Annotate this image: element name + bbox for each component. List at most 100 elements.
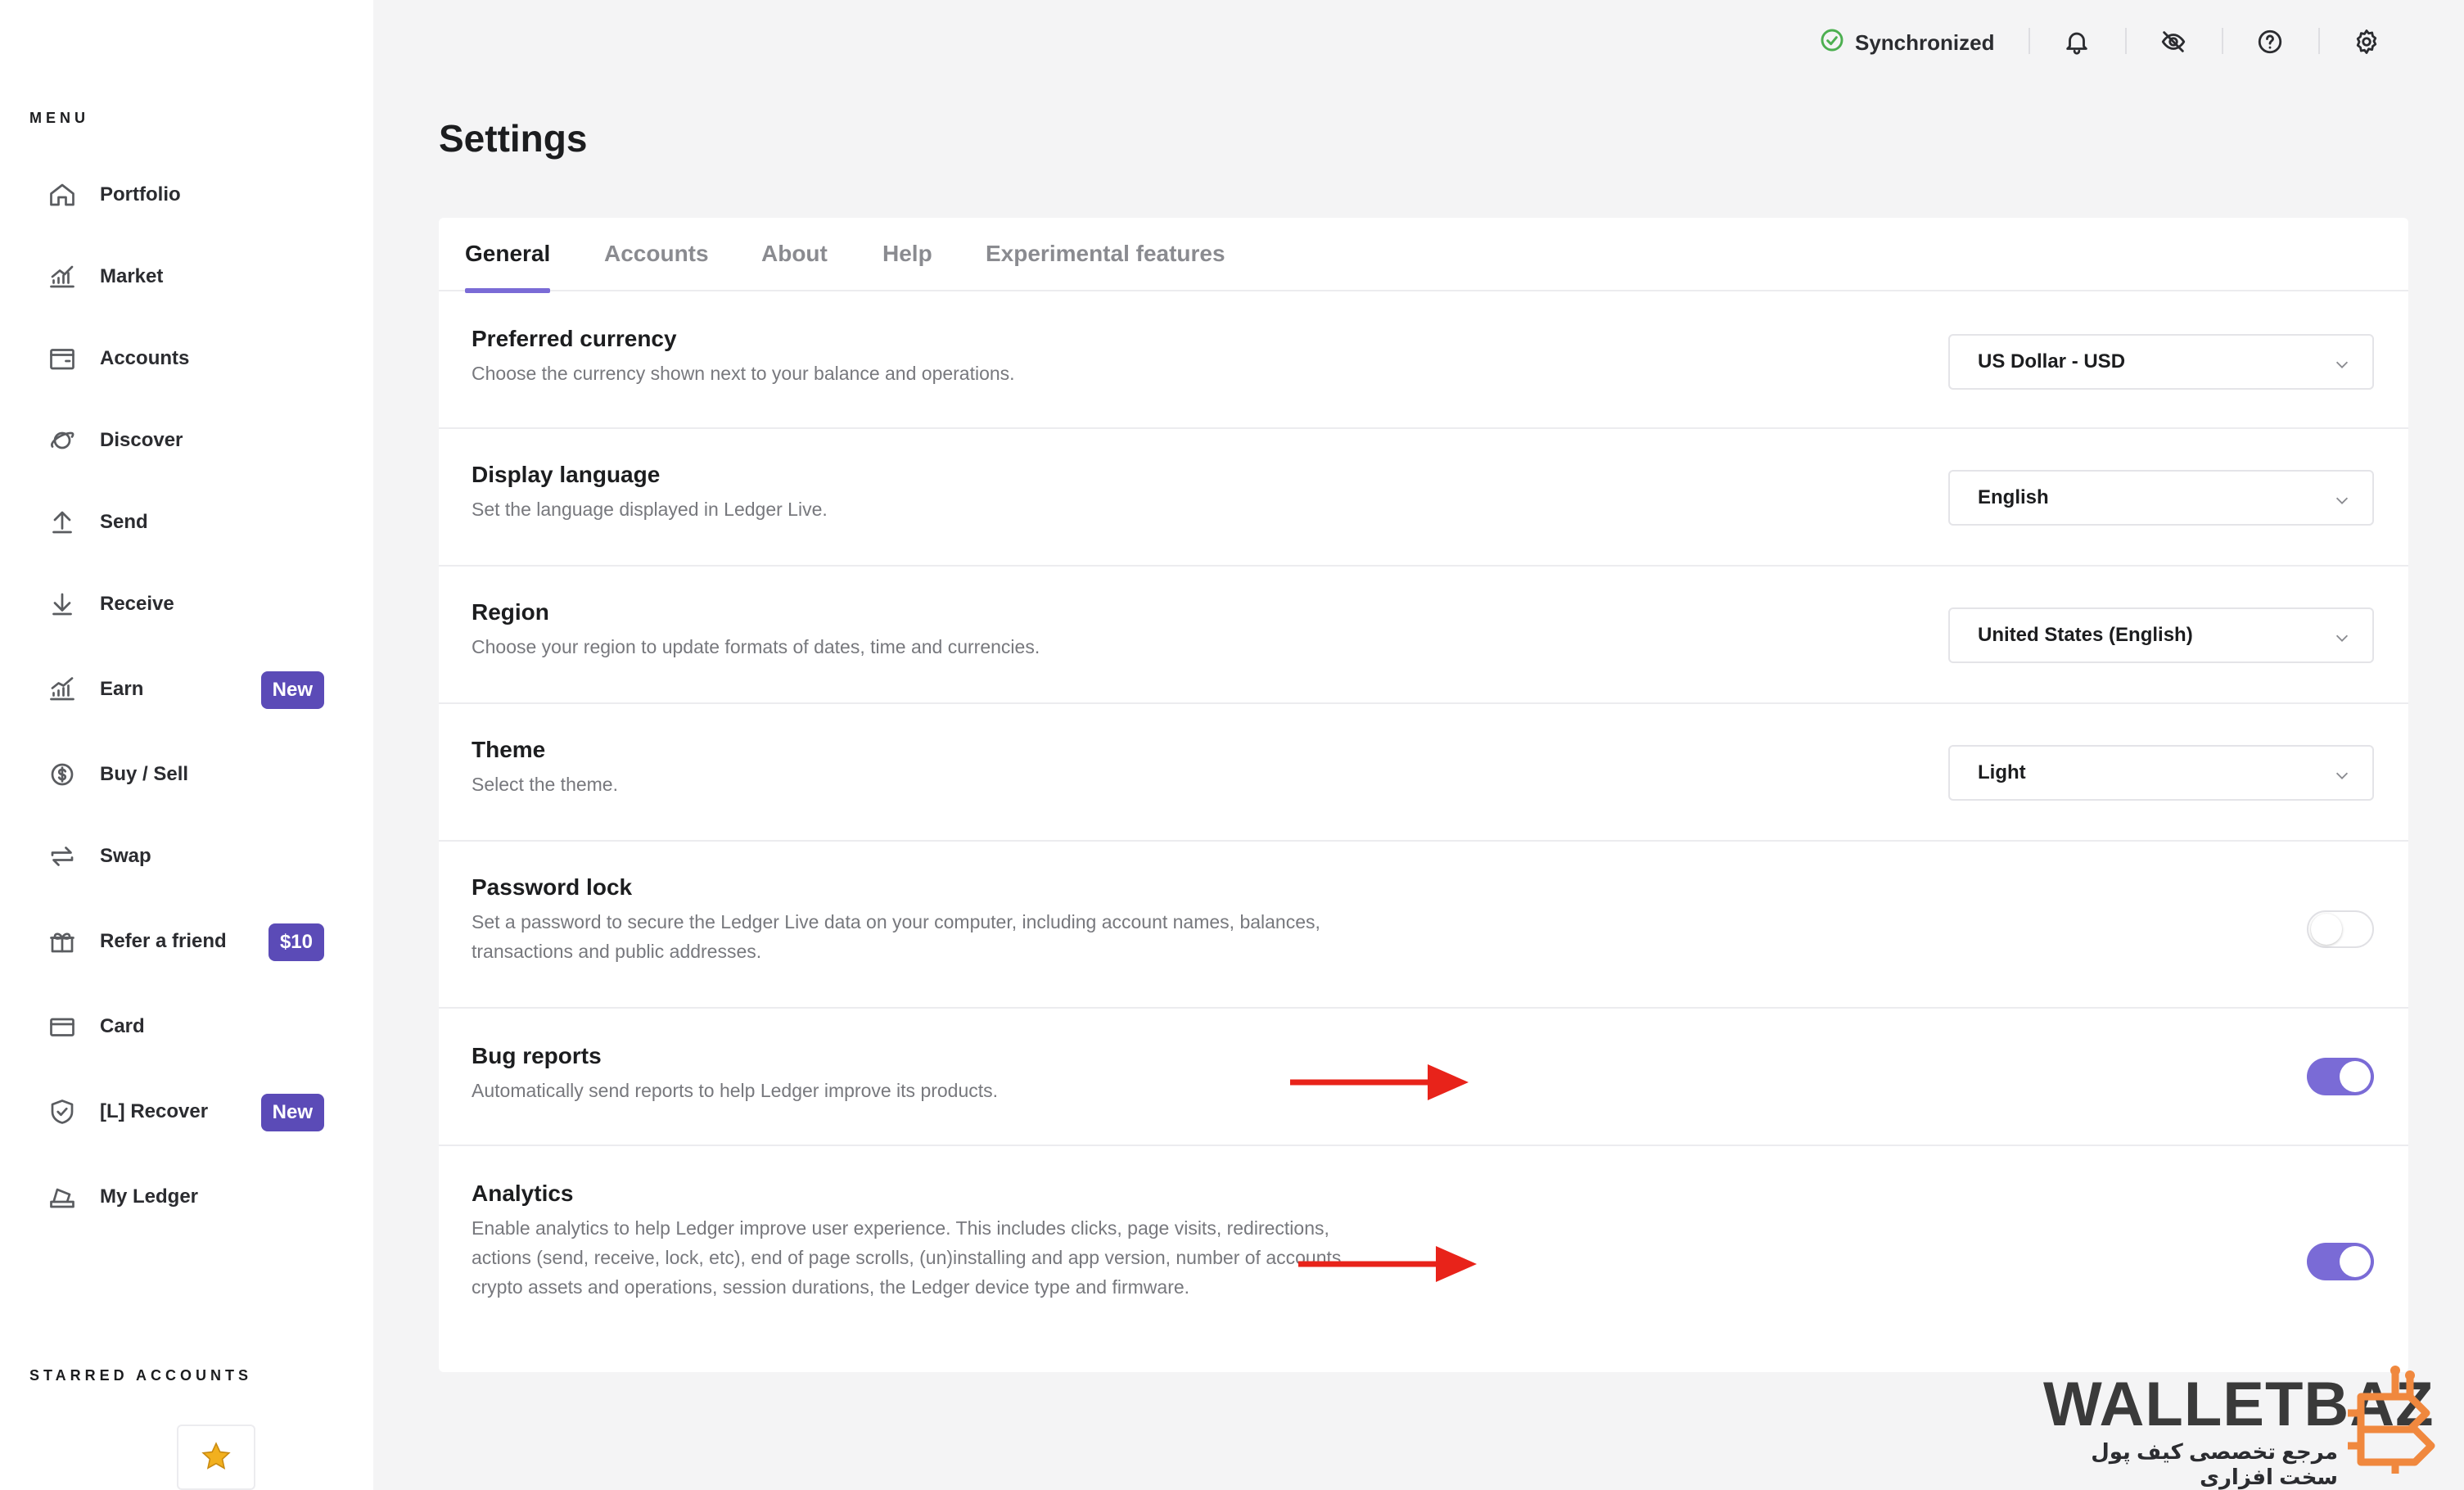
walletbaz-logo-icon xyxy=(2344,1364,2451,1479)
market-chart-icon xyxy=(36,251,88,303)
planet-icon xyxy=(36,414,88,467)
chevron-down-icon xyxy=(2333,491,2351,509)
setting-title: Bug reports xyxy=(472,1043,602,1068)
help-icon[interactable] xyxy=(2250,21,2290,62)
sidebar-item-label: My Ledger xyxy=(100,1185,199,1208)
setting-title: Analytics xyxy=(472,1181,574,1206)
setting-title: Region xyxy=(472,599,549,625)
card-icon xyxy=(36,1000,88,1053)
settings-panel: General Accounts About Help Experimental… xyxy=(439,218,2408,1372)
annotation-arrow xyxy=(1298,1239,1478,1293)
walletbaz-watermark: WALLETBAZ مرجع تخصصی کیف پول سخت افزاری xyxy=(2043,1364,2453,1489)
reward-badge: $10 xyxy=(268,923,324,961)
sidebar-item-portfolio[interactable]: Portfolio xyxy=(36,169,337,221)
sidebar-item-my-ledger[interactable]: My Ledger xyxy=(36,1171,337,1223)
starred-accounts-placeholder xyxy=(177,1425,255,1490)
sidebar-item-label: Discover xyxy=(100,429,183,451)
sidebar-item-label: Buy / Sell xyxy=(100,763,189,785)
wallet-icon xyxy=(36,332,88,385)
sidebar-item-label: Receive xyxy=(100,593,174,615)
sync-status-label: Synchronized xyxy=(1855,29,1995,55)
topbar-divider xyxy=(2318,28,2320,54)
sidebar-item-accounts[interactable]: Accounts xyxy=(36,332,337,385)
setting-title: Password lock xyxy=(472,874,633,900)
currency-select[interactable]: US Dollar - USD xyxy=(1948,334,2374,390)
tab-accounts[interactable]: Accounts xyxy=(604,241,709,291)
bug-reports-toggle[interactable] xyxy=(2307,1058,2374,1095)
setting-description: Enable analytics to help Ledger improve … xyxy=(472,1217,1347,1298)
setting-description: Choose the currency shown next to your b… xyxy=(472,363,1015,384)
menu-heading: MENU xyxy=(29,110,89,126)
sidebar-item-label: Portfolio xyxy=(100,183,181,205)
sidebar-item-buy-sell[interactable]: Buy / Sell xyxy=(36,748,337,801)
chevron-down-icon xyxy=(2333,629,2351,647)
sidebar-item-recover[interactable]: [L] Recover New xyxy=(36,1086,337,1138)
analytics-toggle[interactable] xyxy=(2307,1243,2374,1280)
language-select[interactable]: English xyxy=(1948,470,2374,526)
setting-description: Choose your region to update formats of … xyxy=(472,636,1040,657)
arrow-down-icon xyxy=(36,578,88,630)
new-badge: New xyxy=(260,1094,324,1131)
tab-experimental-features[interactable]: Experimental features xyxy=(986,241,1225,291)
sidebar-item-label: Card xyxy=(100,1015,145,1037)
eye-off-icon[interactable] xyxy=(2153,21,2194,62)
topbar-divider xyxy=(2029,28,2030,54)
sidebar-item-label: Refer a friend xyxy=(100,930,227,952)
star-icon xyxy=(201,1441,232,1476)
watermark-tagline: مرجع تخصصی کیف پول سخت افزاری xyxy=(2091,1439,2338,1489)
chevron-down-icon xyxy=(2333,766,2351,784)
home-icon xyxy=(36,169,88,221)
setting-description: Select the theme. xyxy=(472,774,618,795)
chevron-down-icon xyxy=(2333,355,2351,373)
sidebar-item-earn[interactable]: Earn New xyxy=(36,663,337,716)
theme-select[interactable]: Light xyxy=(1948,745,2374,801)
select-value: United States (English) xyxy=(1978,624,2193,646)
setting-title: Theme xyxy=(472,737,546,762)
setting-row-analytics: Analytics Enable analytics to help Ledge… xyxy=(439,1146,2408,1372)
setting-row-language: Display language Set the language displa… xyxy=(439,429,2408,567)
check-circle-icon xyxy=(1819,27,1845,59)
settings-tabs: General Accounts About Help Experimental… xyxy=(439,218,2408,293)
topbar-divider xyxy=(2222,28,2223,54)
tab-about[interactable]: About xyxy=(761,241,828,291)
sidebar-item-swap[interactable]: Swap xyxy=(36,830,337,883)
password-lock-toggle[interactable] xyxy=(2307,910,2374,948)
sidebar-item-discover[interactable]: Discover xyxy=(36,414,337,467)
settings-gear-icon[interactable] xyxy=(2346,21,2387,62)
toggle-knob xyxy=(2340,1061,2371,1092)
setting-row-theme: Theme Select the theme. Light xyxy=(439,704,2408,842)
tab-general[interactable]: General xyxy=(465,241,551,293)
setting-row-password-lock: Password lock Set a password to secure t… xyxy=(439,842,2408,1009)
bell-icon[interactable] xyxy=(2056,21,2097,62)
shield-check-icon xyxy=(36,1086,88,1138)
sync-status[interactable]: Synchronized xyxy=(1819,25,1994,61)
sidebar-item-label: Market xyxy=(100,265,164,287)
setting-title: Display language xyxy=(472,462,661,487)
sidebar: MENU Portfolio Market Accounts Discover … xyxy=(0,0,373,1490)
arrow-up-icon xyxy=(36,496,88,549)
select-value: Light xyxy=(1978,761,2026,783)
toggle-knob xyxy=(2311,914,2342,945)
select-value: US Dollar - USD xyxy=(1978,350,2126,372)
sidebar-item-refer-a-friend[interactable]: Refer a friend $10 xyxy=(36,915,337,968)
sidebar-item-label: [L] Recover xyxy=(100,1100,209,1122)
toggle-knob xyxy=(2340,1246,2371,1277)
sidebar-item-receive[interactable]: Receive xyxy=(36,578,337,630)
sidebar-item-send[interactable]: Send xyxy=(36,496,337,549)
annotation-arrow xyxy=(1290,1058,1470,1111)
dollar-coin-icon xyxy=(36,748,88,801)
sidebar-item-label: Send xyxy=(100,511,148,533)
swap-arrows-icon xyxy=(36,830,88,883)
select-value: English xyxy=(1978,486,2049,508)
region-select[interactable]: United States (English) xyxy=(1948,607,2374,663)
setting-description: Automatically send reports to help Ledge… xyxy=(472,1080,999,1101)
sidebar-item-market[interactable]: Market xyxy=(36,251,337,303)
new-badge: New xyxy=(260,671,324,709)
sidebar-item-label: Swap xyxy=(100,845,151,867)
setting-row-bug-reports: Bug reports Automatically send reports t… xyxy=(439,1009,2408,1146)
growth-chart-icon xyxy=(36,663,88,716)
sidebar-item-card[interactable]: Card xyxy=(36,1000,337,1053)
setting-description: Set a password to secure the Ledger Live… xyxy=(472,911,1320,962)
setting-title: Preferred currency xyxy=(472,326,677,351)
tab-help[interactable]: Help xyxy=(882,241,932,291)
